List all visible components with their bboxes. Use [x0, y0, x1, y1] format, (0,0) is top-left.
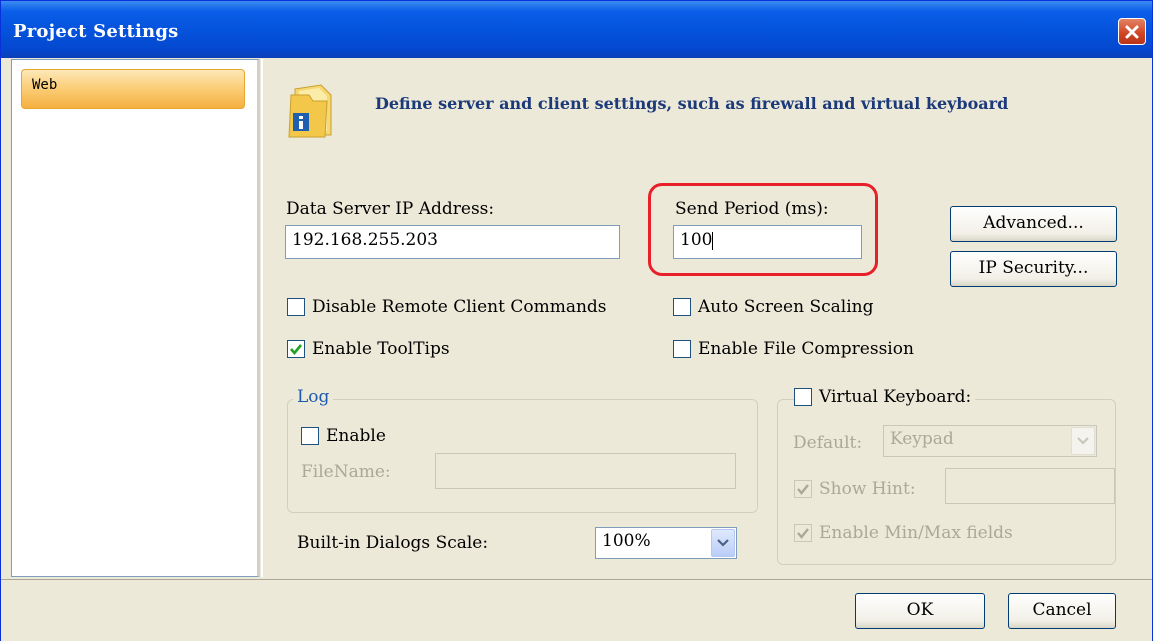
project-settings-dialog: Project Settings Web Define server and c…: [0, 0, 1153, 641]
checkmark-icon: [290, 344, 303, 356]
checkbox-box[interactable]: [301, 427, 319, 445]
banner-description: Define server and client settings, such …: [375, 94, 1009, 113]
vk-default-select[interactable]: Keypad: [883, 425, 1097, 457]
window-title: Project Settings: [13, 21, 179, 42]
log-group-title: Log: [293, 387, 334, 407]
close-icon: [1125, 25, 1139, 38]
disable-remote-commands-checkbox[interactable]: Disable Remote Client Commands: [287, 297, 607, 317]
show-hint-label: Show Hint:: [819, 479, 916, 499]
send-period-highlight: [648, 183, 878, 276]
checkbox-box[interactable]: [794, 524, 812, 542]
checkbox-box[interactable]: [673, 298, 691, 316]
chevron-down-icon: [717, 539, 729, 547]
virtual-keyboard-checkbox[interactable]: Virtual Keyboard:: [794, 387, 976, 407]
show-hint-input[interactable]: [945, 468, 1115, 504]
ip-address-value: 192.168.255.203: [292, 230, 439, 250]
checkbox-box[interactable]: [673, 340, 691, 358]
ip-address-label: Data Server IP Address:: [286, 199, 495, 219]
advanced-button[interactable]: Advanced...: [950, 206, 1117, 242]
disable-remote-commands-label: Disable Remote Client Commands: [312, 297, 607, 317]
log-enable-label: Enable: [326, 426, 386, 446]
checkmark-icon: [797, 484, 809, 495]
checkbox-box[interactable]: [287, 340, 305, 358]
enable-tooltips-checkbox[interactable]: Enable ToolTips: [287, 339, 450, 359]
dialogs-scale-select[interactable]: 100%: [595, 527, 737, 559]
auto-screen-scaling-label: Auto Screen Scaling: [698, 297, 874, 317]
checkmark-icon: [797, 528, 809, 539]
dropdown-button[interactable]: [1071, 427, 1095, 455]
cancel-button[interactable]: Cancel: [1008, 593, 1116, 629]
file-compression-checkbox[interactable]: Enable File Compression: [673, 339, 914, 359]
log-enable-checkbox[interactable]: Enable: [301, 426, 386, 446]
enable-minmax-label: Enable Min/Max fields: [819, 523, 1013, 543]
checkbox-box[interactable]: [794, 388, 812, 406]
dialogs-scale-value: 100%: [602, 531, 651, 551]
ip-address-input[interactable]: 192.168.255.203: [285, 225, 620, 259]
folder-info-icon: [288, 84, 332, 138]
chevron-down-icon: [1077, 437, 1089, 445]
dropdown-button[interactable]: [711, 529, 735, 557]
checkbox-box[interactable]: [794, 480, 812, 498]
checkbox-box[interactable]: [287, 298, 305, 316]
filename-label: FileName:: [301, 462, 391, 482]
show-hint-checkbox[interactable]: Show Hint:: [794, 479, 916, 499]
category-list[interactable]: Web: [11, 59, 260, 577]
virtual-keyboard-label: Virtual Keyboard:: [819, 387, 972, 407]
file-compression-label: Enable File Compression: [698, 339, 914, 359]
dialogs-scale-label: Built-in Dialogs Scale:: [297, 533, 489, 553]
enable-minmax-checkbox[interactable]: Enable Min/Max fields: [794, 523, 1013, 543]
ip-security-button[interactable]: IP Security...: [950, 251, 1117, 287]
vk-default-value: Keypad: [890, 429, 954, 449]
auto-screen-scaling-checkbox[interactable]: Auto Screen Scaling: [673, 297, 873, 317]
title-bar[interactable]: Project Settings: [1, 1, 1152, 58]
enable-tooltips-label: Enable ToolTips: [312, 339, 450, 359]
close-button[interactable]: [1118, 18, 1146, 45]
vk-default-label: Default:: [793, 433, 863, 453]
sidebar-item-label: Web: [32, 77, 58, 93]
filename-input[interactable]: [435, 453, 736, 489]
sidebar-item-web[interactable]: Web: [21, 69, 245, 109]
ok-button[interactable]: OK: [855, 593, 985, 629]
